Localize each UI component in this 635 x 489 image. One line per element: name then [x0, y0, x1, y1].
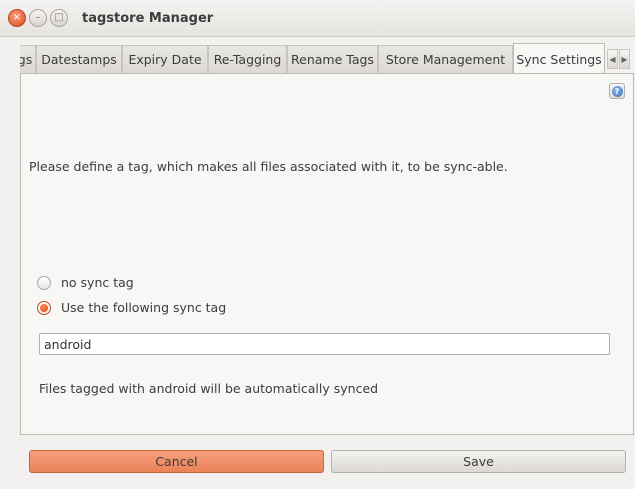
cancel-button[interactable]: Cancel [29, 450, 324, 473]
radio-use-sync-tag[interactable]: Use the following sync tag [37, 300, 226, 315]
maximize-icon: □ [54, 12, 64, 23]
minimize-icon: – [35, 12, 41, 23]
tab-datestamps[interactable]: Datestamps [36, 45, 122, 73]
close-icon: × [12, 12, 22, 23]
sync-description: Please define a tag, which makes all fil… [29, 159, 508, 174]
sync-settings-panel: ? Please define a tag, which makes all f… [20, 73, 634, 435]
radio-no-sync-tag[interactable]: no sync tag [37, 275, 134, 290]
radio-label: Use the following sync tag [61, 300, 227, 315]
tab-re-tagging[interactable]: Re-Tagging [208, 45, 287, 73]
tab-store-management[interactable]: Store Management [378, 45, 513, 73]
sync-info-text: Files tagged with android will be automa… [39, 381, 379, 396]
title-bar: × – □ tagstore Manager [0, 0, 635, 37]
save-button[interactable]: Save [331, 450, 626, 473]
tab-scroll-left-button[interactable]: ◀ [607, 49, 618, 69]
window-title: tagstore Manager [82, 10, 214, 26]
maximize-window-button[interactable]: □ [50, 9, 68, 27]
help-icon: ? [611, 85, 623, 97]
tab-expiry-date[interactable]: Expiry Date [122, 45, 208, 73]
tab-tags[interactable]: gs [20, 45, 36, 73]
arrow-right-icon: ▶ [621, 54, 628, 64]
radio-button-checked[interactable] [37, 300, 51, 315]
radio-button-unchecked[interactable] [37, 275, 51, 290]
help-button[interactable]: ? [609, 83, 625, 99]
tab-bar: gs Datestamps Expiry Date Re-Tagging Ren… [20, 43, 634, 73]
sync-tag-input[interactable] [39, 333, 610, 355]
tab-sync-settings[interactable]: Sync Settings [513, 43, 605, 73]
close-window-button[interactable]: × [8, 9, 26, 27]
tab-rename-tags[interactable]: Rename Tags [287, 45, 378, 73]
minimize-window-button[interactable]: – [29, 9, 47, 27]
radio-label: no sync tag [61, 275, 134, 290]
tab-scroll-right-button[interactable]: ▶ [619, 49, 630, 69]
arrow-left-icon: ◀ [609, 54, 616, 64]
